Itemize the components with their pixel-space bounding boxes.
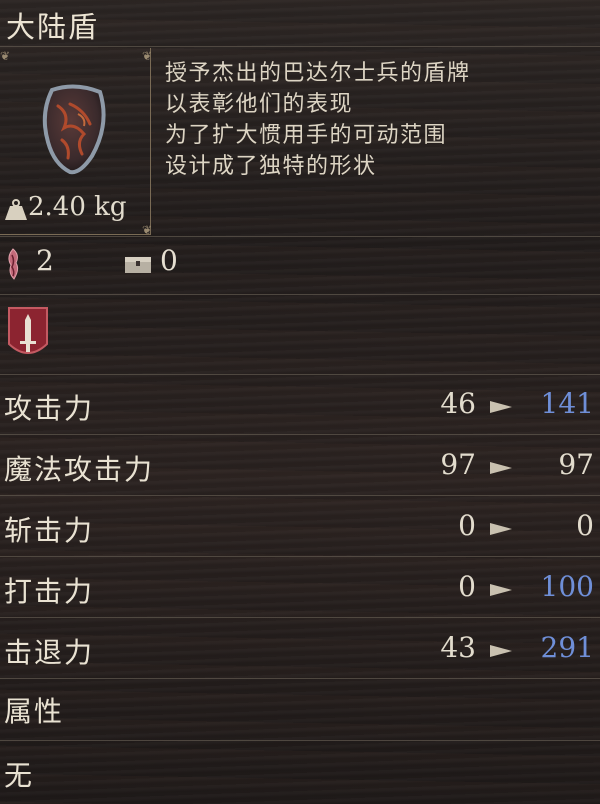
stat-row-magic-attack: 魔法攻击力 97 97 [0, 436, 600, 496]
stat-old-value: 43 [440, 631, 476, 664]
arrow-right-icon [490, 462, 512, 474]
stat-old-value: 0 [458, 570, 476, 603]
stat-label: 魔法攻击力 [4, 453, 155, 486]
stat-label: 打击力 [4, 575, 95, 608]
description-line: 授予杰出的巴达尔士兵的盾牌 [165, 61, 471, 86]
stat-new-value: 291 [540, 631, 594, 664]
item-description: 授予杰出的巴达尔士兵的盾牌 以表彰他们的表现 为了扩大惯用手的可动范围 设计成了… [165, 58, 585, 182]
stat-new-value: 0 [576, 509, 594, 542]
chest-icon [125, 257, 151, 273]
rune-icon [8, 248, 19, 280]
sword-crest-icon [8, 307, 48, 354]
description-line: 为了扩大惯用手的可动范围 [165, 123, 448, 148]
arrow-right-icon [490, 401, 512, 413]
weight-icon [5, 199, 27, 220]
frame-ornament-icon: ❦ [142, 49, 153, 63]
stat-new-value: 97 [558, 448, 594, 481]
stat-label: 攻击力 [4, 392, 95, 425]
requirement-value: 2 [36, 244, 54, 277]
stat-label: 击退力 [4, 636, 95, 669]
stat-row-attack: 攻击力 46 141 [0, 375, 600, 435]
stat-label: 斩击力 [4, 514, 95, 547]
stat-old-value: 46 [440, 387, 476, 420]
arrow-right-icon [490, 584, 512, 596]
stat-divider [0, 617, 600, 618]
requirement-value: 0 [160, 244, 178, 277]
header-divider [0, 46, 600, 47]
item-name: 大陆盾 [6, 10, 100, 44]
arrow-right-icon [490, 645, 512, 657]
attribute-divider [0, 740, 600, 741]
stat-divider [0, 495, 600, 496]
stat-row-slash: 斩击力 0 0 [0, 497, 600, 557]
stat-new-value: 100 [540, 570, 594, 603]
shield-icon [42, 84, 106, 175]
attribute-label: 属性 [4, 695, 65, 728]
stat-new-value: 141 [540, 387, 594, 420]
arrow-right-icon [490, 523, 512, 535]
stat-divider [0, 678, 600, 679]
frame-ornament-icon: ❦ [142, 223, 153, 237]
stat-old-value: 97 [440, 448, 476, 481]
frame-ornament-icon: ❦ [0, 49, 11, 63]
stat-row-strike: 打击力 0 100 [0, 558, 600, 618]
weight-value: 2.40 kg [28, 192, 127, 222]
description-line: 以表彰他们的表现 [165, 92, 354, 117]
stat-divider [0, 556, 600, 557]
stat-row-knockback: 击退力 43 291 [0, 619, 600, 679]
description-line: 设计成了独特的形状 [165, 154, 377, 179]
stat-divider [0, 434, 600, 435]
stat-old-value: 0 [458, 509, 476, 542]
requirements-divider [0, 294, 600, 295]
panel-divider [0, 236, 600, 237]
attribute-value: 无 [4, 759, 35, 792]
